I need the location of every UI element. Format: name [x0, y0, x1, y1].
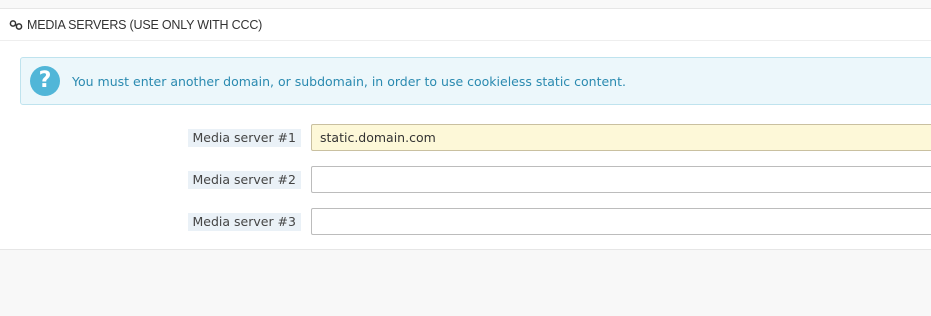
alert-message: You must enter another domain, or subdom…	[72, 73, 626, 89]
form-row-media-server-1: Media server #1	[0, 124, 931, 151]
media-server-1-label: Media server #1	[187, 129, 301, 147]
media-server-2-label: Media server #2	[187, 171, 301, 189]
question-icon: ?	[30, 66, 60, 96]
media-server-3-label: Media server #3	[187, 213, 301, 231]
link-icon	[9, 19, 23, 30]
panel-heading: MEDIA SERVERS (USE ONLY WITH CCC)	[0, 9, 931, 41]
panel-title: MEDIA SERVERS (USE ONLY WITH CCC)	[27, 17, 263, 32]
media-servers-panel: MEDIA SERVERS (USE ONLY WITH CCC) ? You …	[0, 8, 931, 250]
media-server-2-input[interactable]	[311, 166, 931, 193]
media-server-1-input[interactable]	[311, 124, 931, 151]
info-alert: ? You must enter another domain, or subd…	[20, 57, 931, 105]
form-row-media-server-3: Media server #3	[0, 208, 931, 235]
media-server-3-input[interactable]	[311, 208, 931, 235]
form-row-media-server-2: Media server #2	[0, 166, 931, 193]
